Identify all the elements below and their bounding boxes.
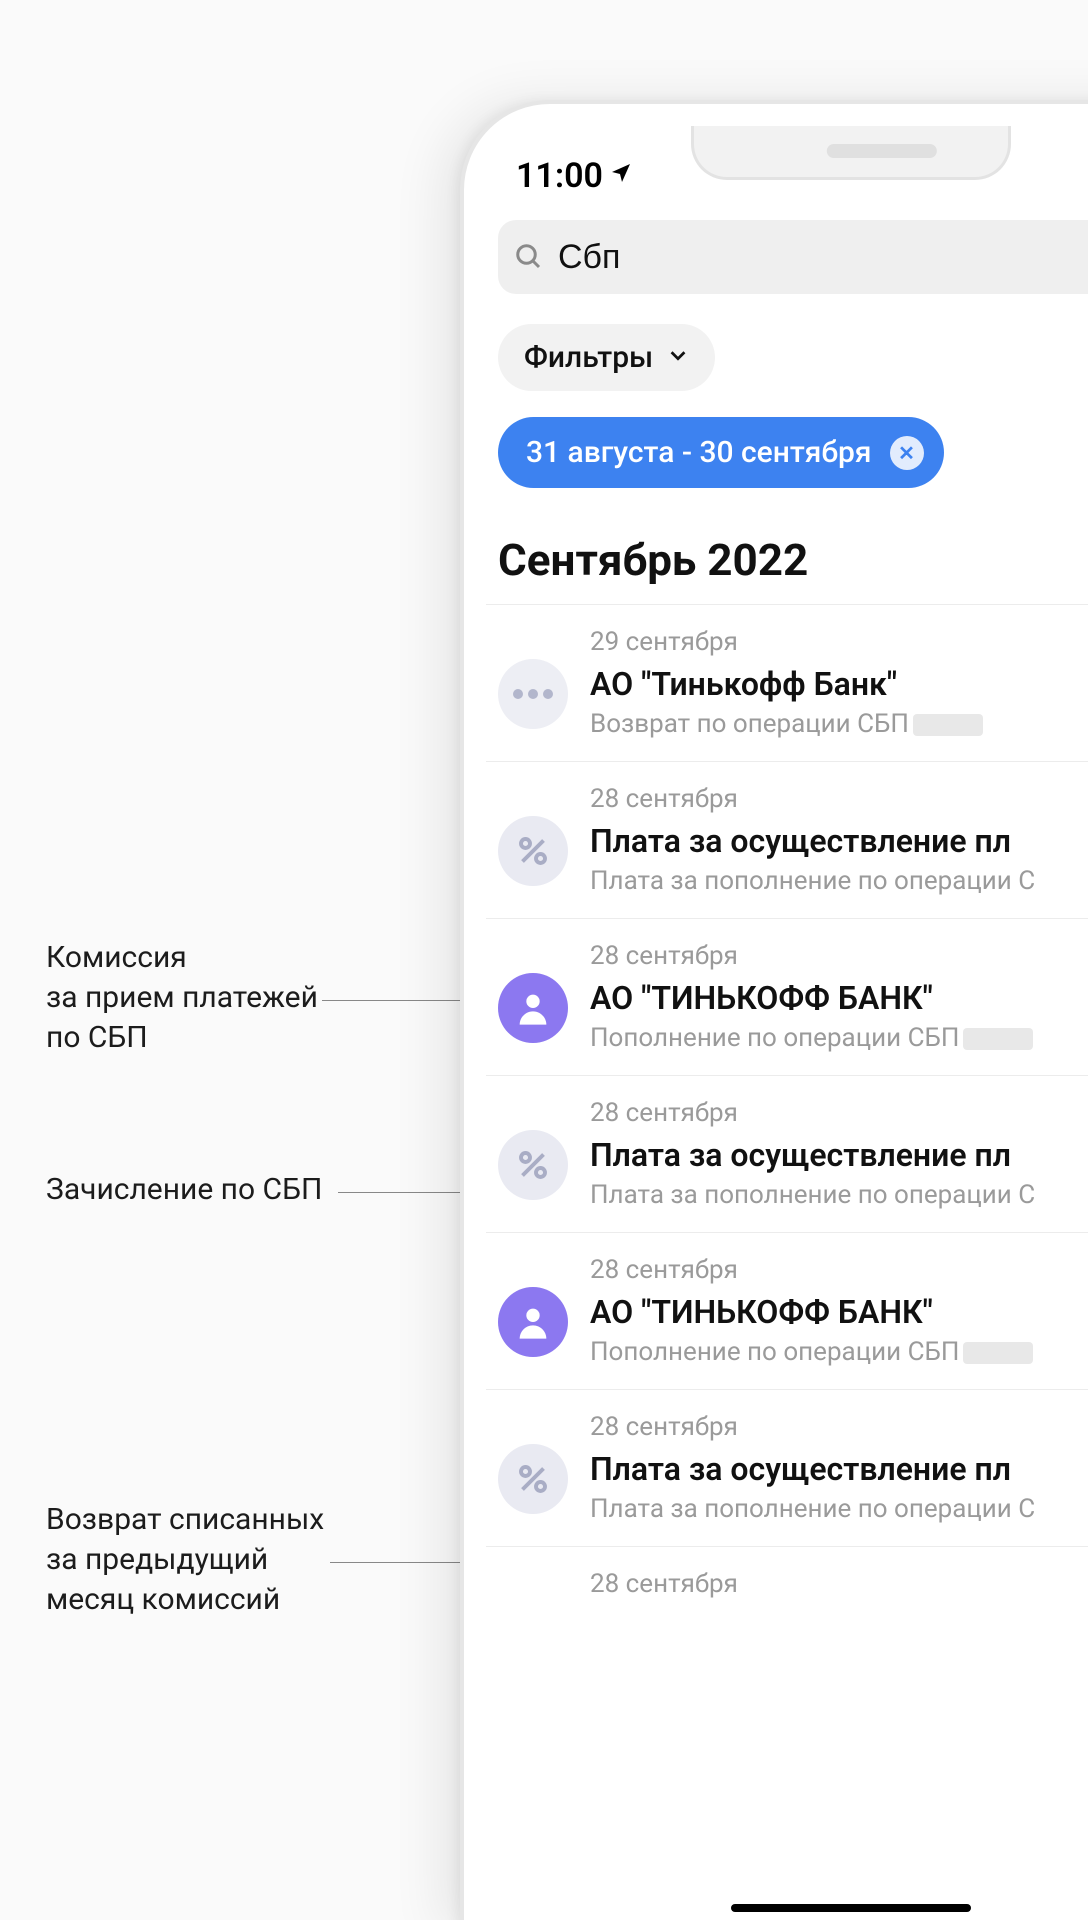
transaction-row[interactable]: 28 сентября Плата за осуществление пл Пл… bbox=[486, 761, 1088, 918]
phone-mockup: 11:00 ✕ Фильтры bbox=[460, 100, 1088, 1920]
search-row: ✕ bbox=[486, 206, 1088, 294]
transaction-title: АО "ТИНЬКОФФ БАНК" bbox=[590, 979, 1088, 1017]
annotation-text: Возврат списанныхза предыдущиймесяц коми… bbox=[46, 1502, 324, 1617]
transaction-date: 28 сентября bbox=[590, 784, 1088, 814]
filters-label: Фильтры bbox=[524, 340, 653, 375]
home-indicator[interactable] bbox=[731, 1904, 971, 1912]
transaction-dots-icon bbox=[498, 659, 568, 729]
transaction-date: 28 сентября bbox=[590, 1412, 1088, 1442]
transaction-row[interactable]: 29 сентября АО "Тинькофф Банк" Возврат п… bbox=[486, 604, 1088, 761]
annotation-leader-line bbox=[322, 1000, 480, 1001]
status-time: 11:00 bbox=[516, 156, 603, 196]
transaction-subtitle: Пополнение по операции СБП bbox=[590, 1337, 1088, 1367]
transaction-title: АО "ТИНЬКОФФ БАНК" bbox=[590, 1293, 1088, 1331]
annotation-leader-line bbox=[330, 1562, 480, 1563]
annotation-refund: Возврат списанныхза предыдущиймесяц коми… bbox=[46, 1500, 406, 1620]
chevron-down-icon bbox=[667, 344, 689, 372]
transaction-subtitle: Плата за пополнение по операции С bbox=[590, 1494, 1088, 1524]
search-icon bbox=[514, 242, 544, 272]
search-field[interactable]: ✕ bbox=[498, 220, 1088, 294]
transaction-date: 28 сентября bbox=[590, 941, 1088, 971]
transaction-icon-placeholder bbox=[498, 1601, 568, 1671]
transaction-title: АО "Тинькофф Банк" bbox=[590, 665, 1088, 703]
transaction-date: 28 сентября bbox=[590, 1255, 1088, 1285]
transaction-row[interactable]: 28 сентября Плата за осуществление пл Пл… bbox=[486, 1075, 1088, 1232]
transaction-row[interactable]: 28 сентября Плата за осуществление пл Пл… bbox=[486, 1389, 1088, 1546]
transaction-person-icon bbox=[498, 973, 568, 1043]
annotation-credit: Зачисление по СБП bbox=[46, 1170, 406, 1210]
month-header: Сентябрь 2022 bbox=[486, 488, 1088, 604]
phone-notch bbox=[691, 126, 1011, 180]
transaction-title: Плата за осуществление пл bbox=[590, 822, 1088, 860]
transaction-subtitle: Возврат по операции СБП bbox=[590, 709, 1088, 739]
phone-speaker bbox=[827, 144, 937, 158]
transaction-subtitle: Плата за пополнение по операции С bbox=[590, 1180, 1088, 1210]
date-range-label: 31 августа - 30 сентября bbox=[526, 435, 872, 470]
annotation-text: Комиссияза прием платежейпо СБП bbox=[46, 940, 318, 1055]
transaction-subtitle: Пополнение по операции СБП bbox=[590, 1023, 1088, 1053]
transaction-date: 28 сентября bbox=[590, 1569, 1088, 1599]
location-icon bbox=[609, 161, 633, 192]
masked-value bbox=[913, 714, 983, 736]
transaction-date: 28 сентября bbox=[590, 1098, 1088, 1128]
filters-chip[interactable]: Фильтры bbox=[498, 324, 715, 391]
transaction-row[interactable]: 28 сентября bbox=[486, 1546, 1088, 1693]
transaction-percent-icon bbox=[498, 816, 568, 886]
chips-row: Фильтры bbox=[486, 294, 1088, 391]
transaction-row[interactable]: 28 сентября АО "ТИНЬКОФФ БАНК" Пополнени… bbox=[486, 918, 1088, 1075]
transaction-title: Плата за осуществление пл bbox=[590, 1136, 1088, 1174]
remove-date-filter-button[interactable]: ✕ bbox=[890, 436, 924, 470]
transaction-title: Плата за осуществление пл bbox=[590, 1450, 1088, 1488]
transaction-percent-icon bbox=[498, 1130, 568, 1200]
search-input[interactable] bbox=[558, 238, 1088, 277]
transaction-subtitle: Плата за пополнение по операции С bbox=[590, 866, 1088, 896]
transaction-date: 29 сентября bbox=[590, 627, 1088, 657]
annotation-text: Зачисление по СБП bbox=[46, 1172, 322, 1207]
masked-value bbox=[963, 1342, 1033, 1364]
date-range-chip[interactable]: 31 августа - 30 сентября ✕ bbox=[498, 417, 944, 488]
transaction-percent-icon bbox=[498, 1444, 568, 1514]
transaction-row[interactable]: 28 сентября АО "ТИНЬКОФФ БАНК" Пополнени… bbox=[486, 1232, 1088, 1389]
transaction-person-icon bbox=[498, 1287, 568, 1357]
annotation-commission: Комиссияза прием платежейпо СБП bbox=[46, 938, 406, 1058]
phone-screen: 11:00 ✕ Фильтры bbox=[486, 126, 1088, 1920]
annotation-leader-line bbox=[338, 1192, 480, 1193]
masked-value bbox=[963, 1028, 1033, 1050]
